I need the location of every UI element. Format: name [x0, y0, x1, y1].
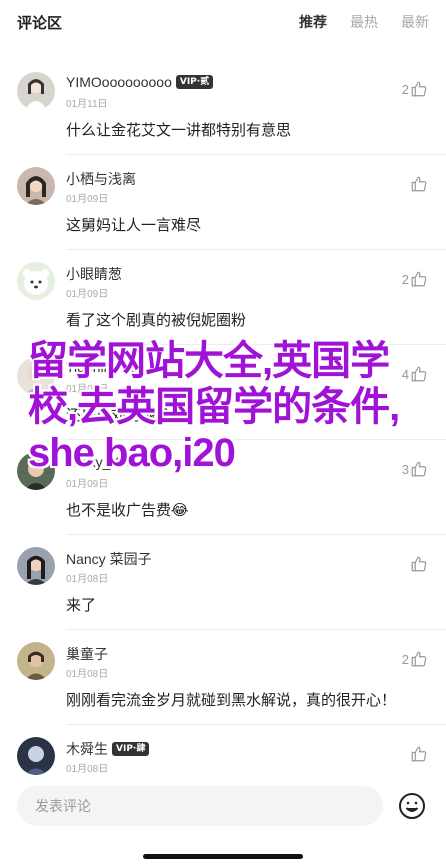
- top-bar: 评论区 推荐 最热 最新: [0, 0, 446, 44]
- tab-hottest[interactable]: 最热: [350, 12, 378, 32]
- tab-newest[interactable]: 最新: [401, 12, 429, 32]
- name-row: 木舜生 VIP·肆: [66, 739, 150, 759]
- username[interactable]: YIMOooooooooo: [66, 74, 172, 90]
- avatar[interactable]: [17, 642, 55, 680]
- comment-date: 01月08日: [66, 574, 109, 585]
- comment-item: 小眼睛葱 01月09日 看了这个剧真的被倪妮圈粉 2: [0, 250, 446, 345]
- thumbs-up-icon: [411, 366, 427, 382]
- avatar[interactable]: [17, 72, 55, 110]
- username[interactable]: 巢童子: [66, 644, 108, 664]
- comment-text: 也不是收广告费😂: [66, 502, 189, 519]
- comment-input[interactable]: 发表评论: [17, 786, 383, 826]
- name-row: 小栖与浅离: [66, 169, 136, 189]
- name-row: YIMOooooooooo VIP·贰: [66, 74, 214, 90]
- like-button[interactable]: 2: [402, 270, 428, 288]
- comment-date: 01月11日: [66, 99, 108, 110]
- name-row: Nancy 菜园子: [66, 549, 152, 569]
- smiley-face-icon[interactable]: [398, 792, 426, 820]
- username[interactable]: 小眼睛葱: [66, 264, 122, 284]
- avatar[interactable]: [17, 262, 55, 300]
- comment-item: 小栖与浅离 01月09日 这舅妈让人一言难尽: [0, 155, 446, 250]
- comment-date: 01月09日: [66, 289, 109, 300]
- comment-input-placeholder: 发表评论: [35, 798, 91, 814]
- sort-tabs: 推荐 最热 最新: [299, 12, 429, 32]
- comment-item: YIMOooooooooo VIP·贰 01月11日 什么让金花艾文一讲都特别有…: [0, 60, 446, 155]
- home-indicator: [143, 854, 303, 859]
- comment-item: 巢童子 01月08日 刚刚看完流金岁月就碰到黑水解说，真的很开心！ 2: [0, 630, 446, 725]
- thumbs-up-icon: [411, 461, 427, 477]
- vip-badge: VIP·肆: [112, 742, 150, 756]
- like-button[interactable]: 2: [402, 650, 428, 668]
- like-button[interactable]: [409, 745, 428, 763]
- comment-date: 01月09日: [66, 194, 109, 205]
- vip-badge: VIP·贰: [175, 75, 214, 89]
- watermark-overlay-text: 留学网站大全,英国学校,去英国留学的条件,she bao,i20: [28, 339, 400, 475]
- like-button[interactable]: [409, 175, 428, 193]
- comment-date: 01月08日: [66, 764, 109, 775]
- thumbs-up-icon: [411, 81, 427, 97]
- thumbs-up-icon: [411, 651, 427, 667]
- comment-date: 01月08日: [66, 669, 109, 680]
- comment-text: 什么让金花艾文一讲都特别有意思: [66, 122, 292, 139]
- username[interactable]: Nancy 菜园子: [66, 549, 152, 569]
- avatar[interactable]: [17, 737, 55, 775]
- comment-composer: 发表评论: [0, 780, 446, 868]
- thumbs-up-icon: [411, 176, 427, 192]
- like-count: 2: [401, 651, 409, 667]
- avatar[interactable]: [17, 547, 55, 585]
- avatar[interactable]: [17, 167, 55, 205]
- username[interactable]: 小栖与浅离: [66, 169, 136, 189]
- like-button[interactable]: 2: [402, 80, 428, 98]
- thumbs-up-icon: [411, 746, 427, 762]
- like-count: 2: [401, 81, 409, 97]
- like-button[interactable]: [409, 555, 428, 573]
- page-title: 评论区: [17, 14, 63, 32]
- like-count: 2: [401, 271, 409, 287]
- thumbs-up-icon: [411, 271, 427, 287]
- name-row: 小眼睛葱: [66, 264, 122, 284]
- comment-date: 01月09日: [66, 479, 109, 490]
- comment-text: 看了这个剧真的被倪妮圈粉: [66, 312, 247, 329]
- comment-item: Nancy 菜园子 01月08日 来了: [0, 535, 446, 630]
- comment-text: 来了: [66, 597, 97, 614]
- comment-text: 刚刚看完流金岁月就碰到黑水解说，真的很开心！: [66, 692, 397, 709]
- name-row: 巢童子: [66, 644, 108, 664]
- thumbs-up-icon: [411, 556, 427, 572]
- username[interactable]: 木舜生: [66, 739, 108, 759]
- comment-text: 这舅妈让人一言难尽: [66, 217, 202, 234]
- tab-recommended[interactable]: 推荐: [299, 12, 327, 32]
